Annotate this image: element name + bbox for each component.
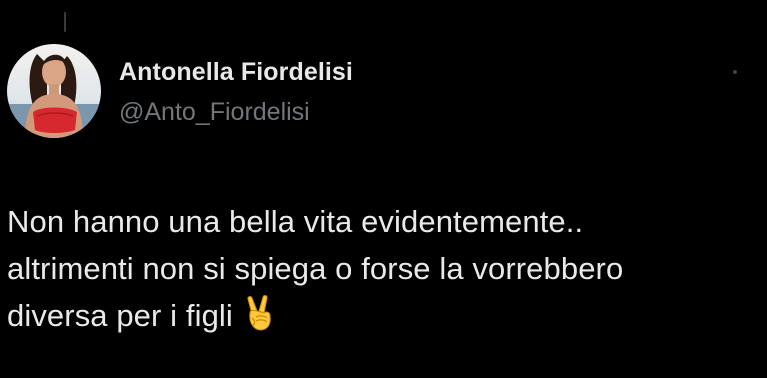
victory-hand-emoji-icon xyxy=(243,294,277,332)
more-options-icon[interactable] xyxy=(733,70,737,74)
post-text-line: Non hanno una bella vita evidentemente.. xyxy=(7,204,584,239)
post-text-line: diversa per i figli xyxy=(7,292,747,339)
post-text-line-content: diversa per i figli xyxy=(7,298,233,333)
thread-connector-line xyxy=(64,12,66,32)
avatar[interactable] xyxy=(7,44,101,138)
post-text-line: altrimenti non si spiega o forse la vorr… xyxy=(7,251,624,286)
post-text: Non hanno una bella vita evidentemente..… xyxy=(7,198,747,339)
author-display-name[interactable]: Antonella Fiordelisi xyxy=(119,58,353,87)
avatar-photo xyxy=(7,44,101,138)
author-handle[interactable]: @Anto_Fiordelisi xyxy=(119,98,310,127)
